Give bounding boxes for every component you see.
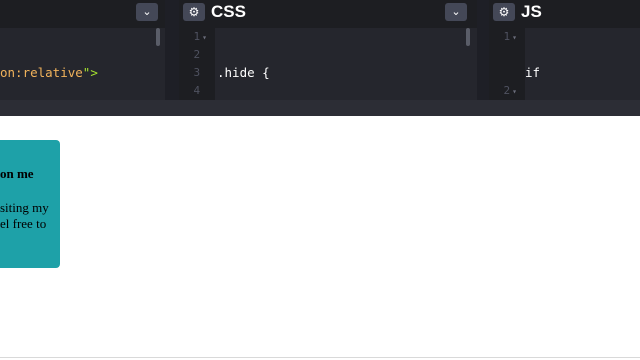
code-token: .hide { xyxy=(217,65,270,80)
code-line: .hide { xyxy=(217,64,477,82)
line-number: 2▾ xyxy=(193,48,201,61)
chevron-down-icon[interactable]: ⌄ xyxy=(136,3,158,21)
html-code-area[interactable]: on:relative"> id="test1"> ight click on … xyxy=(0,28,165,100)
gear-icon[interactable]: ⚙ xyxy=(493,3,515,21)
code-line: on:relative"> xyxy=(0,64,165,82)
css-pane-title: CSS xyxy=(211,2,246,21)
line-number: 1 ▾ xyxy=(193,30,207,43)
code-token: "> xyxy=(82,65,98,80)
html-editor-pane: ⌄ on:relative"> id="test1"> ight click o… xyxy=(0,0,165,100)
card-text: siting my el free to xyxy=(0,200,49,232)
code-line: if xyxy=(525,64,640,82)
js-pane-title: JS xyxy=(521,2,542,21)
code-token: if xyxy=(525,65,541,80)
line-number-gutter: 1 ▾ 2 ▾ xyxy=(489,28,525,100)
css-pane-body[interactable]: 1▾ 2▾ 3▾ 4▾ .hide { display: none; } xyxy=(179,28,477,100)
card-text-line: el free to xyxy=(0,216,47,231)
gear-icon[interactable]: ⚙ xyxy=(183,3,205,21)
scrollbar[interactable] xyxy=(156,28,160,46)
scrollbar[interactable] xyxy=(466,28,470,46)
html-pane-header: ⌄ xyxy=(0,0,165,24)
code-editors: ⌄ on:relative"> id="test1"> ight click o… xyxy=(0,0,640,116)
editor-resize-bar[interactable] xyxy=(0,100,640,116)
card-title: on me xyxy=(0,166,34,181)
js-code-area[interactable]: if (document.getEle addEventListener) xyxy=(525,28,640,100)
line-number xyxy=(489,64,525,82)
css-pane-header: ⚙ CSS ⌄ xyxy=(179,0,477,24)
chevron-down-icon[interactable]: ⌄ xyxy=(445,3,467,21)
css-code-area[interactable]: .hide { display: none; } xyxy=(215,28,477,100)
js-pane-body[interactable]: 1▾ 2▾ if (document.getEle addEventListen… xyxy=(489,28,640,100)
js-pane-header: ⚙ JS xyxy=(489,0,640,24)
code-token: on:relative xyxy=(0,65,83,80)
line-number: 4▾ xyxy=(193,84,201,97)
html-pane-body[interactable]: on:relative"> id="test1"> ight click on … xyxy=(0,28,165,100)
card-text-line: siting my xyxy=(0,200,49,215)
line-number: 2▾ xyxy=(503,84,517,97)
line-number: 3▾ xyxy=(193,66,201,79)
line-number: 1 ▾ xyxy=(503,30,517,43)
js-editor-pane: ⚙ JS 1▾ 2▾ if (document.getEle addEventL… xyxy=(489,0,640,100)
css-editor-pane: ⚙ CSS ⌄ 1▾ 2▾ 3▾ 4▾ .hide { display: non… xyxy=(179,0,477,100)
line-number xyxy=(489,46,525,64)
line-number-gutter: 1▾ 2▾ 3▾ 4▾ xyxy=(179,28,215,100)
result-preview xyxy=(0,117,640,358)
divider xyxy=(0,357,640,358)
